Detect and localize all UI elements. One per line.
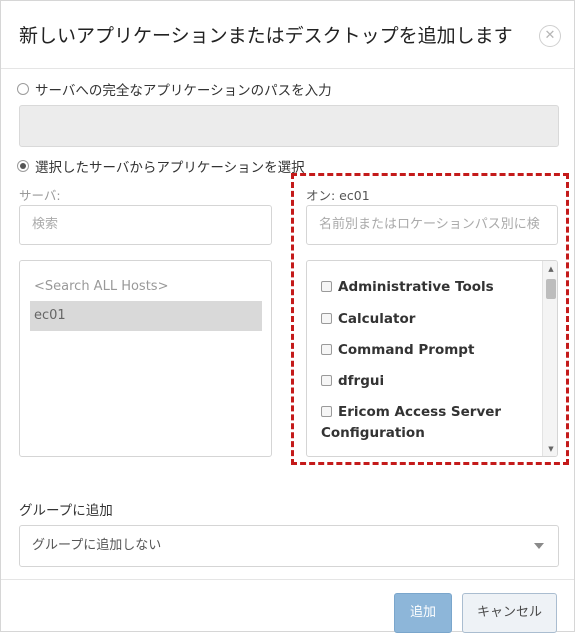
dialog-title: 新しいアプリケーションまたはデスクトップを追加します (19, 25, 513, 47)
checkbox[interactable] (321, 406, 332, 417)
list-item[interactable]: Ericom Access Server Configuration (321, 402, 536, 444)
group-label: グループに追加 (19, 503, 113, 519)
radio-select-from-server[interactable] (17, 160, 29, 172)
application-list-scrollbar[interactable]: ▲ ▼ (542, 261, 557, 456)
close-icon[interactable]: ✕ (539, 25, 561, 47)
scroll-thumb[interactable] (546, 279, 556, 299)
add-application-dialog: 新しいアプリケーションまたはデスクトップを追加します ✕ サーバへの完全なアプリ… (0, 0, 575, 633)
footer-divider (1, 579, 574, 580)
application-search-input[interactable]: 名前別またはロケーションパス別に検 (306, 205, 558, 245)
list-item[interactable]: dfrgui (321, 371, 536, 392)
server-item-search-all[interactable]: <Search ALL Hosts> (34, 279, 168, 294)
server-list[interactable]: <Search ALL Hosts> ec01 (19, 260, 272, 457)
applications-label: オン: ec01 (306, 188, 370, 203)
scroll-down-icon[interactable]: ▼ (543, 443, 557, 455)
list-item[interactable]: Calculator (321, 309, 536, 330)
checkbox[interactable] (321, 281, 332, 292)
radio-full-path-option[interactable]: サーバへの完全なアプリケーションのパスを入力 (17, 79, 332, 99)
cancel-button[interactable]: キャンセル (462, 593, 557, 633)
checkbox[interactable] (321, 313, 332, 324)
list-item-label: Command Prompt (338, 342, 475, 358)
chevron-down-icon (534, 543, 544, 549)
checkbox[interactable] (321, 375, 332, 386)
radio-select-from-server-label: 選択したサーバからアプリケーションを選択 (35, 160, 305, 176)
list-item[interactable]: Command Prompt (321, 340, 536, 361)
group-select-value: グループに追加しない (32, 538, 162, 553)
full-path-input[interactable] (19, 105, 559, 147)
server-label: サーバ: (19, 188, 61, 203)
add-button[interactable]: 追加 (394, 593, 452, 633)
group-select[interactable]: グループに追加しない (19, 525, 559, 567)
list-item-label: dfrgui (338, 373, 385, 389)
radio-full-path[interactable] (17, 83, 29, 95)
scroll-up-icon[interactable]: ▲ (543, 263, 557, 275)
server-search-input[interactable]: 検索 (19, 205, 272, 245)
radio-full-path-label: サーバへの完全なアプリケーションのパスを入力 (35, 83, 332, 99)
list-item-label: Administrative Tools (338, 279, 494, 295)
list-item[interactable]: Administrative Tools (321, 277, 536, 298)
checkbox[interactable] (321, 344, 332, 355)
radio-select-from-server-option[interactable]: 選択したサーバからアプリケーションを選択 (17, 156, 305, 176)
list-item-label: Calculator (338, 311, 416, 327)
dialog-header: 新しいアプリケーションまたはデスクトップを追加します ✕ (1, 1, 574, 69)
server-item-ec01[interactable]: ec01 (30, 301, 262, 331)
list-item-label: Ericom Access Server Configuration (321, 404, 502, 441)
application-list[interactable]: Administrative Tools Calculator Command … (306, 260, 558, 457)
